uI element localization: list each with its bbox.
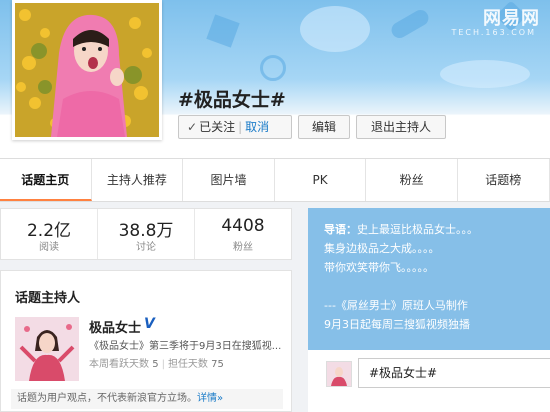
active-days-value: 5 bbox=[152, 359, 159, 370]
cloud-decoration bbox=[440, 60, 530, 88]
followed-label: 已关注 bbox=[199, 120, 236, 134]
compose-box: #极品女士# bbox=[308, 350, 550, 412]
host-heading: 话题主持人 bbox=[15, 291, 81, 306]
stat-reads[interactable]: 2.2亿 阅读 bbox=[1, 209, 98, 259]
disclaimer-text: 话题为用户观点，不代表新浪官方立场。 bbox=[17, 393, 197, 404]
tab-photo-wall[interactable]: 图片墙 bbox=[183, 159, 275, 201]
intro-line: 9月3日起每周三搜狐视频独播 bbox=[324, 318, 470, 331]
stat-discussions[interactable]: 38.8万 讨论 bbox=[98, 209, 195, 259]
separator: | bbox=[238, 120, 243, 134]
intro-line bbox=[324, 277, 534, 296]
post-input[interactable]: #极品女士# bbox=[358, 358, 550, 388]
host-avatar-illustration bbox=[15, 317, 79, 381]
host-description: 《极品女士》第三季将于9月3日在搜狐视... bbox=[89, 341, 282, 352]
verified-v-icon: V bbox=[144, 316, 155, 332]
intro-line: ---《屌丝男士》原班人马制作 bbox=[324, 299, 468, 312]
stat-label: 粉丝 bbox=[233, 242, 253, 253]
tab-host-recommend[interactable]: 主持人推荐 bbox=[92, 159, 184, 201]
topic-stats: 2.2亿 阅读 38.8万 讨论 4408 粉丝 bbox=[0, 208, 292, 260]
watermark-logo: 网易网 bbox=[483, 8, 540, 29]
intro-lead: 导语： bbox=[324, 223, 357, 236]
photo-illustration bbox=[15, 3, 159, 137]
stat-fans[interactable]: 4408 粉丝 bbox=[195, 209, 291, 259]
host-name[interactable]: 极品女士 bbox=[89, 317, 141, 336]
watermark-subtitle: TECH.163.COM bbox=[451, 28, 536, 37]
topic-avatar-photo[interactable] bbox=[12, 0, 162, 140]
stat-value: 38.8万 bbox=[118, 221, 174, 241]
topic-intro: 导语：史上最逗比极品女士。。。 集身边极品之大成。。。。 带你欢笑带你飞。。。。… bbox=[308, 208, 550, 350]
active-days-label: 本周看跃天数 bbox=[89, 359, 149, 370]
tab-topic-ranking[interactable]: 话题榜 bbox=[458, 159, 550, 201]
shape-decoration bbox=[260, 55, 286, 81]
stat-label: 讨论 bbox=[136, 242, 156, 253]
check-icon: ✓ bbox=[187, 120, 198, 134]
topic-title: #极品女士# bbox=[178, 89, 286, 111]
cloud-decoration bbox=[300, 6, 370, 52]
quit-host-button[interactable]: 退出主持人 bbox=[356, 115, 446, 139]
topic-tabs: 话题主页 主持人推荐 图片墙 PK 粉丝 话题榜 bbox=[0, 158, 550, 202]
host-meta: 本周看跃天数 5 | 担任天数 75 bbox=[89, 359, 224, 370]
host-days-label: 担任天数 bbox=[167, 359, 208, 370]
follow-status-button[interactable]: ✓ 已关注 | 取消 bbox=[178, 115, 292, 139]
details-link[interactable]: 详情» bbox=[197, 393, 223, 404]
host-avatar[interactable] bbox=[15, 317, 79, 381]
user-avatar bbox=[326, 361, 352, 387]
tab-pk[interactable]: PK bbox=[275, 159, 367, 201]
user-avatar-illustration bbox=[327, 362, 351, 386]
stat-value: 4408 bbox=[221, 216, 265, 236]
intro-line: 导语：史上最逗比极品女士。。。 bbox=[324, 223, 478, 236]
tab-topic-home[interactable]: 话题主页 bbox=[0, 159, 92, 201]
intro-line: 集身边极品之大成。。。。 bbox=[324, 242, 440, 255]
shape-decoration bbox=[206, 14, 240, 48]
stat-label: 阅读 bbox=[39, 242, 59, 253]
tab-fans[interactable]: 粉丝 bbox=[366, 159, 458, 201]
host-days-value: 75 bbox=[211, 359, 224, 370]
stat-value: 2.2亿 bbox=[26, 221, 72, 241]
host-panel: 话题主持人 极品女士 V 《极品女士》第三季将于9月3日在搜狐视... 本周看跃… bbox=[0, 270, 292, 412]
intro-line: 带你欢笑带你飞。。。。。 bbox=[324, 261, 434, 274]
disclaimer: 话题为用户观点，不代表新浪官方立场。详情» bbox=[11, 389, 283, 409]
edit-button[interactable]: 编辑 bbox=[298, 115, 350, 139]
unfollow-link[interactable]: 取消 bbox=[245, 120, 269, 134]
shape-decoration bbox=[388, 7, 432, 41]
